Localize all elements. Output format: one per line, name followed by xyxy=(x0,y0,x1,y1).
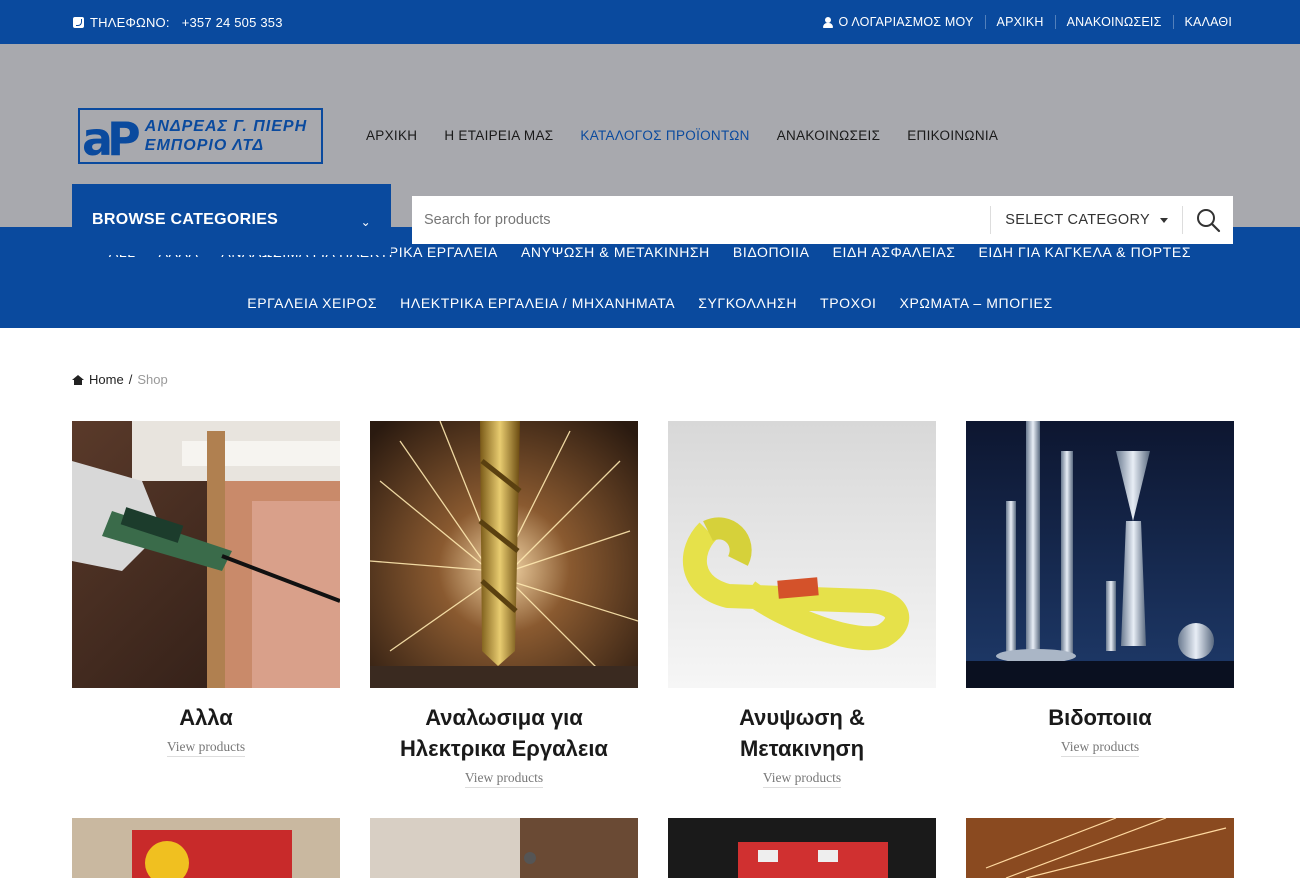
home-icon xyxy=(72,374,84,385)
logo-mark: aP xyxy=(82,112,141,166)
user-icon xyxy=(823,16,834,28)
nav-catalog[interactable]: ΚΑΤΑΛΟΓΟΣ ΠΡΟΪΟΝΤΩΝ xyxy=(580,128,749,143)
nav-home[interactable]: ΑΡΧΙΚΗ xyxy=(366,128,417,143)
screws-photo[interactable] xyxy=(966,421,1234,688)
phone-number[interactable]: +357 24 505 353 xyxy=(182,15,283,30)
breadcrumb-home[interactable]: Home xyxy=(89,372,124,387)
door-hardware-photo[interactable] xyxy=(370,818,638,878)
top-home-link[interactable]: ΑΡΧΙΚΗ xyxy=(984,15,1055,29)
category-power-tools[interactable]: ΗΛΕΚΤΡΙΚΑ ΕΡΓΑΛΕΙΑ / ΜΗΧΑΝΗΜΑΤΑ xyxy=(400,295,675,311)
top-announcements-link[interactable]: ΑΝΑΚΟΙΝΩΣΕΙΣ xyxy=(1054,15,1173,29)
caulking-gun-photo[interactable] xyxy=(72,421,340,688)
phone-label: ΤΗΛΕΦΩΝΟ: xyxy=(90,14,170,30)
breadcrumb-current: Shop xyxy=(137,372,168,387)
grinding-sparks-photo[interactable] xyxy=(966,818,1234,878)
site-logo[interactable]: aP ΑΝΔΡΕΑΣ Γ. ΠΙΕΡΗ ΕΜΠΟΡΙΟ ΛΤΔ xyxy=(78,108,323,164)
phone-info: ΤΗΛΕΦΩΝΟ: +357 24 505 353 xyxy=(73,15,283,30)
nav-contact[interactable]: ΕΠΙΚΟΙΝΩΝΙΑ xyxy=(907,128,998,143)
product-grid-row-2 xyxy=(72,818,1234,878)
lifting-sling-photo[interactable] xyxy=(668,421,936,688)
category-row-2: ΕΡΓΑΛΕΙΑ ΧΕΙΡΟΣ ΗΛΕΚΤΡΙΚΑ ΕΡΓΑΛΕΙΑ / ΜΗΧ… xyxy=(247,278,1053,329)
search-input[interactable] xyxy=(412,196,991,244)
view-products-link[interactable]: View products xyxy=(762,770,842,788)
category-wheels[interactable]: ΤΡΟΧΟΙ xyxy=(820,295,877,311)
browse-categories-button[interactable]: BROWSE CATEGORIES ⌄ xyxy=(72,184,391,255)
breadcrumb: Home / Shop xyxy=(72,372,168,387)
cart-link[interactable]: ΚΑΛΑΘΙ xyxy=(1172,15,1233,29)
hand-tools-photo[interactable] xyxy=(668,818,936,878)
category-safety[interactable]: ΕΙΔΗ ΑΣΦΑΛΕΙΑΣ xyxy=(833,244,956,260)
top-bar: ΤΗΛΕΦΩΝΟ: +357 24 505 353 Ο ΛΟΓΑΡΙΑΣΜΟΣ … xyxy=(0,0,1300,44)
category-screws[interactable]: ΒΙΔΟΠΟΙΙΑ xyxy=(733,244,810,260)
main-nav: ΑΡΧΙΚΗ Η ΕΤΑΙΡΕΙΑ ΜΑΣ ΚΑΤΑΛΟΓΟΣ ΠΡΟΪΟΝΤΩ… xyxy=(366,128,998,143)
product-grid: Αλλα View products Αναλωσιμα για Ηλεκτρι… xyxy=(72,421,1234,788)
category-lifting[interactable]: ΑΝΥΨΩΣΗ & ΜΕΤΑΚΙΝΗΣΗ xyxy=(521,244,710,260)
chevron-down-icon: ⌄ xyxy=(360,214,371,229)
nav-announcements[interactable]: ΑΝΑΚΟΙΝΩΣΕΙΣ xyxy=(777,128,881,143)
product-card: Αλλα View products xyxy=(72,421,340,788)
category-paints[interactable]: ΧΡΩΜΑΤΑ – ΜΠΟΓΙΕΣ xyxy=(900,295,1053,311)
nav-company[interactable]: Η ΕΤΑΙΡΕΙΑ ΜΑΣ xyxy=(444,128,553,143)
category-welding[interactable]: ΣΥΓΚΟΛΛΗΣΗ xyxy=(698,295,797,311)
product-card: Ανυψωση & Μετακινηση View products xyxy=(668,421,936,788)
my-account-link[interactable]: Ο ΛΟΓΑΡΙΑΣΜΟΣ ΜΟΥ xyxy=(812,15,984,29)
search-icon xyxy=(1197,209,1221,233)
logo-line-1: ΑΝΔΡΕΑΣ Γ. ΠΙΕΡΗ xyxy=(144,118,308,135)
select-category-label: SELECT CATEGORY xyxy=(1005,212,1150,228)
caret-down-icon xyxy=(1160,217,1168,223)
view-products-link[interactable]: View products xyxy=(166,739,246,757)
product-card: Αναλωσιμα για Ηλεκτρικα Εργαλεια View pr… xyxy=(370,421,638,788)
view-products-link[interactable]: View products xyxy=(1060,739,1140,757)
search-button[interactable] xyxy=(1183,196,1233,244)
select-category-dropdown[interactable]: SELECT CATEGORY xyxy=(990,206,1183,234)
category-railings-doors[interactable]: ΕΙΔΗ ΓΙΑ ΚΑΓΚΕΛΑ & ΠΟΡΤΕΣ xyxy=(978,244,1191,260)
safety-gear-photo[interactable] xyxy=(72,818,340,878)
search-bar: SELECT CATEGORY xyxy=(412,196,1233,244)
logo-line-2: ΕΜΠΟΡΙΟ ΛΤΔ xyxy=(144,137,265,154)
product-title[interactable]: Ανυψωση & Μετακινηση xyxy=(668,702,936,764)
category-hand-tools[interactable]: ΕΡΓΑΛΕΙΑ ΧΕΙΡΟΣ xyxy=(247,295,377,311)
view-products-link[interactable]: View products xyxy=(464,770,544,788)
product-title[interactable]: Αναλωσιμα για Ηλεκτρικα Εργαλεια xyxy=(370,702,638,764)
drill-bit-sparks-photo[interactable] xyxy=(370,421,638,688)
site-header: aP ΑΝΔΡΕΑΣ Γ. ΠΙΕΡΗ ΕΜΠΟΡΙΟ ΛΤΔ ΑΡΧΙΚΗ Η… xyxy=(0,44,1300,255)
product-title[interactable]: Αλλα xyxy=(169,702,243,733)
browse-categories-label: BROWSE CATEGORIES xyxy=(92,210,279,228)
product-card: Βιδοποιια View products xyxy=(966,421,1234,788)
breadcrumb-separator: / xyxy=(128,372,133,387)
top-links: Ο ΛΟΓΑΡΙΑΣΜΟΣ ΜΟΥ ΑΡΧΙΚΗ ΑΝΑΚΟΙΝΩΣΕΙΣ ΚΑ… xyxy=(812,15,1232,29)
product-title[interactable]: Βιδοποιια xyxy=(1038,702,1162,733)
phone-icon xyxy=(73,16,84,28)
